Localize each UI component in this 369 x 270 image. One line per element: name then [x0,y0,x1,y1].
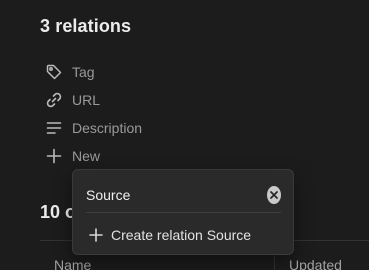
create-relation-button[interactable]: Create relation Source [88,223,283,247]
clear-icon[interactable] [267,186,281,204]
new-relation-label: New [72,148,101,164]
plus-icon [44,146,64,166]
search-row [86,182,281,208]
relation-item-description[interactable]: Description [44,114,284,142]
relation-label: Description [72,120,143,136]
relation-item-url[interactable]: URL [44,86,284,114]
link-icon [44,90,64,110]
column-header-updated[interactable]: Updated [289,257,342,270]
plus-icon [88,227,104,243]
column-header-name[interactable]: Name [54,257,91,270]
objects-heading: 10 o [40,202,77,222]
relation-search-input[interactable] [86,187,267,203]
relation-item-tag[interactable]: Tag [44,58,284,86]
relation-search-popover: Create relation Source [72,169,294,255]
new-relation-button[interactable]: New [44,142,284,170]
object-type-panel: 3 relations Tag URL Description New 10 o… [0,0,369,270]
relation-label: URL [72,92,101,108]
tag-icon [44,62,64,82]
lines-icon [44,118,64,138]
popover-divider [86,212,281,213]
relations-heading: 3 relations [40,16,132,36]
relation-label: Tag [72,64,95,80]
relations-list: Tag URL Description New [44,58,284,170]
create-relation-label: Create relation Source [111,227,252,243]
